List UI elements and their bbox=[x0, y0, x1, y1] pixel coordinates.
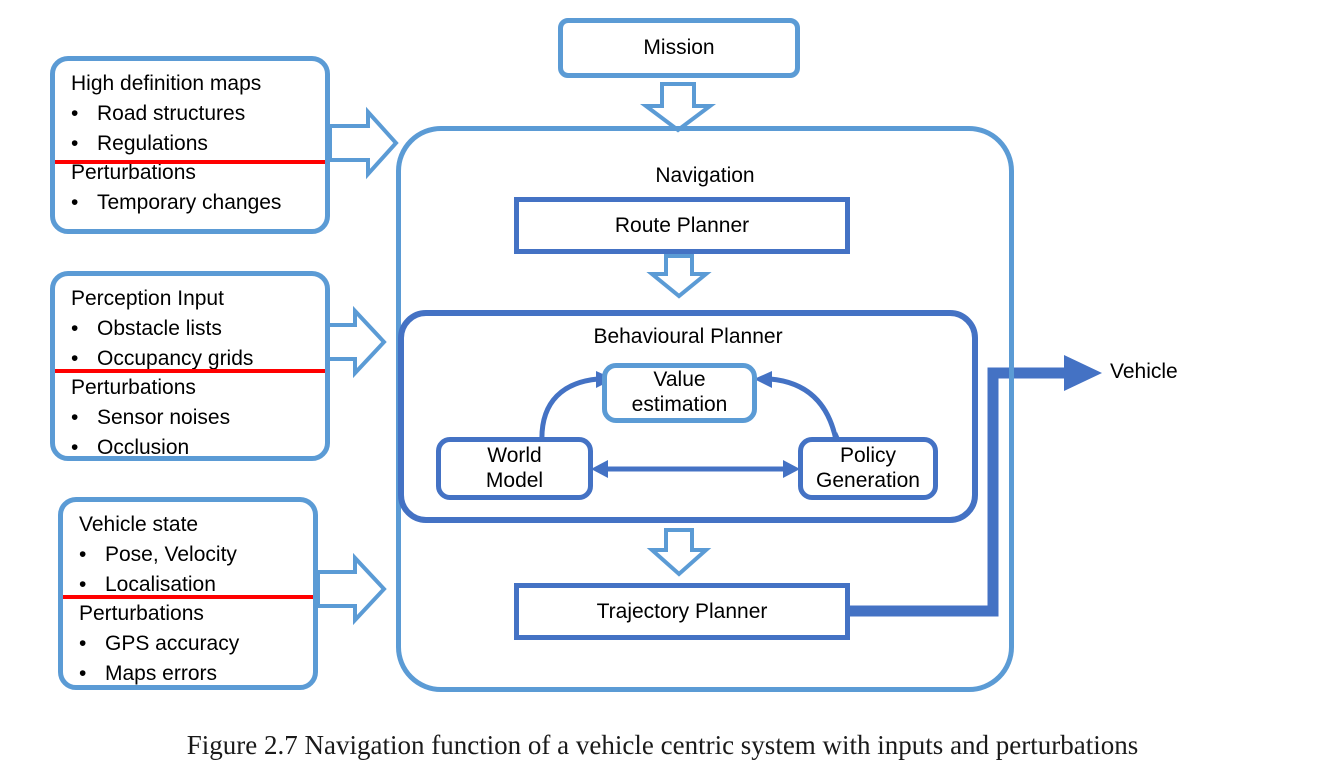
bullet-icon: • bbox=[71, 316, 79, 340]
bullet-icon: • bbox=[79, 662, 87, 686]
policy-generation-box[interactable]: Policy Generation bbox=[798, 437, 938, 500]
list-item-label: Obstacle lists bbox=[97, 316, 222, 340]
arrow-vehicle-state-to-navigation bbox=[316, 552, 387, 626]
list-item-label: Temporary changes bbox=[97, 191, 282, 215]
perturbations-label: Perturbations bbox=[79, 602, 204, 626]
value-estimation-line1: Value bbox=[653, 368, 706, 392]
list-item: • Road structures bbox=[71, 99, 315, 129]
list-item: • Pose, Velocity bbox=[79, 540, 303, 570]
list-item: • Sensor noises bbox=[71, 403, 315, 433]
diagram-canvas: Navigation Mission Route Planner Behavio… bbox=[0, 0, 1325, 777]
mission-label: Mission bbox=[643, 36, 715, 59]
list-item: • Temporary changes bbox=[71, 188, 315, 218]
arrow-maps-to-navigation bbox=[328, 106, 399, 180]
list-item: • Occlusion bbox=[71, 433, 315, 463]
input-title-high-definition-maps: High definition maps bbox=[71, 72, 262, 95]
list-item: • Maps errors bbox=[79, 659, 303, 689]
list-item-label: Sensor noises bbox=[97, 406, 231, 430]
list-item: • Obstacle lists bbox=[71, 314, 315, 344]
policy-generation-line1: Policy bbox=[839, 443, 897, 467]
mission-box[interactable]: Mission bbox=[558, 18, 800, 78]
world-model-box[interactable]: World Model bbox=[436, 437, 593, 500]
perturbation-divider bbox=[55, 369, 325, 373]
route-planner-label: Route Planner bbox=[614, 213, 750, 237]
arrow-mission-to-navigation bbox=[640, 82, 716, 133]
list-item-label: GPS accuracy bbox=[105, 632, 240, 656]
bullet-icon: • bbox=[79, 542, 87, 566]
route-planner-box[interactable]: Route Planner bbox=[514, 197, 850, 254]
list-item: • Regulations bbox=[71, 129, 315, 159]
list-item-label: Road structures bbox=[97, 101, 246, 125]
trajectory-planner-box[interactable]: Trajectory Planner bbox=[514, 583, 850, 640]
input-box-vehicle-state[interactable]: Vehicle state • Pose, Velocity • Localis… bbox=[58, 497, 318, 690]
bullet-icon: • bbox=[71, 406, 79, 430]
bullet-icon: • bbox=[71, 436, 79, 460]
perturbation-divider bbox=[63, 595, 313, 599]
world-model-line1: World bbox=[487, 443, 542, 467]
policy-generation-line2: Generation bbox=[816, 468, 920, 492]
bullet-icon: • bbox=[71, 101, 79, 125]
list-item-label: Occlusion bbox=[97, 436, 190, 460]
bullet-icon: • bbox=[79, 632, 87, 656]
list-item-label: Regulations bbox=[97, 131, 208, 155]
value-estimation-box[interactable]: Value estimation bbox=[602, 363, 757, 423]
input-box-high-definition-maps[interactable]: High definition maps • Road structures •… bbox=[50, 56, 330, 234]
list-item: • GPS accuracy bbox=[79, 629, 303, 659]
input-title-vehicle-state: Vehicle state bbox=[79, 513, 199, 536]
input-title-perception-input: Perception Input bbox=[71, 287, 224, 310]
trajectory-planner-label: Trajectory Planner bbox=[596, 599, 768, 623]
perturbation-divider bbox=[55, 160, 325, 164]
world-model-line2: Model bbox=[485, 468, 544, 492]
vehicle-output-label: Vehicle bbox=[1110, 360, 1178, 383]
bullet-icon: • bbox=[71, 131, 79, 155]
value-estimation-line2: estimation bbox=[631, 393, 728, 416]
bullet-icon: • bbox=[71, 191, 79, 215]
figure-caption: Figure 2.7 Navigation function of a vehi… bbox=[186, 730, 1139, 760]
perturbations-label: Perturbations bbox=[71, 376, 196, 400]
list-item-label: Pose, Velocity bbox=[105, 542, 237, 566]
behavioural-planner-label: Behavioural Planner bbox=[593, 325, 783, 348]
input-box-perception-input[interactable]: Perception Input • Obstacle lists • Occu… bbox=[50, 271, 330, 461]
list-item-label: Maps errors bbox=[105, 662, 218, 686]
navigation-label: Navigation bbox=[655, 164, 755, 187]
